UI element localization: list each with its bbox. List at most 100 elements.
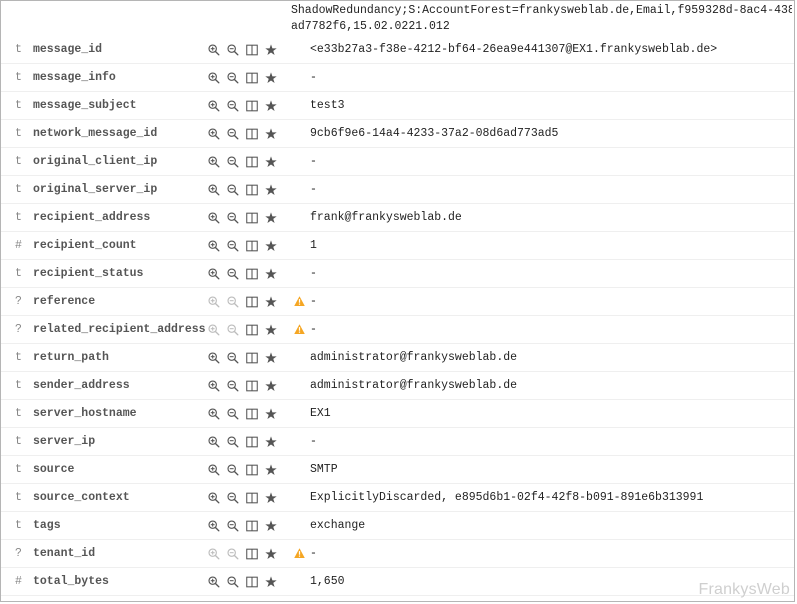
star-icon[interactable] [264,351,278,365]
zoom-out-icon[interactable] [226,463,240,477]
zoom-in-icon[interactable] [207,463,221,477]
zoom-out-icon[interactable] [226,99,240,113]
zoom-out-icon[interactable] [226,351,240,365]
field-name[interactable]: tags [33,519,207,532]
zoom-in-icon[interactable] [207,547,221,561]
star-icon[interactable] [264,407,278,421]
star-icon[interactable] [264,519,278,533]
toggle-column-icon[interactable] [245,99,259,113]
field-name[interactable]: server_hostname [33,407,207,420]
zoom-in-icon[interactable] [207,435,221,449]
toggle-column-icon[interactable] [245,239,259,253]
zoom-out-icon[interactable] [226,183,240,197]
zoom-in-icon[interactable] [207,155,221,169]
zoom-out-icon[interactable] [226,43,240,57]
zoom-in-icon[interactable] [207,71,221,85]
zoom-in-icon[interactable] [207,519,221,533]
field-name[interactable]: source_context [33,491,207,504]
toggle-column-icon[interactable] [245,491,259,505]
field-name[interactable]: return_path [33,351,207,364]
toggle-column-icon[interactable] [245,575,259,589]
field-name[interactable]: server_ip [33,435,207,448]
star-icon[interactable] [264,323,278,337]
toggle-column-icon[interactable] [245,351,259,365]
zoom-out-icon[interactable] [226,211,240,225]
zoom-in-icon[interactable] [207,575,221,589]
star-icon[interactable] [264,295,278,309]
star-icon[interactable] [264,379,278,393]
zoom-in-icon[interactable] [207,267,221,281]
toggle-column-icon[interactable] [245,463,259,477]
field-name[interactable]: original_client_ip [33,155,207,168]
zoom-in-icon[interactable] [207,407,221,421]
toggle-column-icon[interactable] [245,435,259,449]
star-icon[interactable] [264,463,278,477]
zoom-in-icon[interactable] [207,183,221,197]
star-icon[interactable] [264,547,278,561]
star-icon[interactable] [264,71,278,85]
zoom-in-icon[interactable] [207,43,221,57]
star-icon[interactable] [264,267,278,281]
toggle-column-icon[interactable] [245,407,259,421]
zoom-in-icon[interactable] [207,351,221,365]
toggle-column-icon[interactable] [245,155,259,169]
star-icon[interactable] [264,211,278,225]
field-name[interactable]: message_subject [33,99,207,112]
zoom-in-icon[interactable] [207,323,221,337]
toggle-column-icon[interactable] [245,211,259,225]
star-icon[interactable] [264,43,278,57]
field-name[interactable]: sender_address [33,379,207,392]
zoom-in-icon[interactable] [207,211,221,225]
star-icon[interactable] [264,183,278,197]
toggle-column-icon[interactable] [245,127,259,141]
zoom-in-icon[interactable] [207,295,221,309]
zoom-out-icon[interactable] [226,239,240,253]
zoom-in-icon[interactable] [207,491,221,505]
zoom-in-icon[interactable] [207,379,221,393]
field-name[interactable]: reference [33,295,207,308]
field-name[interactable]: network_message_id [33,127,207,140]
star-icon[interactable] [264,127,278,141]
star-icon[interactable] [264,99,278,113]
toggle-column-icon[interactable] [245,547,259,561]
zoom-out-icon[interactable] [226,267,240,281]
toggle-column-icon[interactable] [245,183,259,197]
zoom-in-icon[interactable] [207,99,221,113]
zoom-out-icon[interactable] [226,435,240,449]
zoom-out-icon[interactable] [226,547,240,561]
field-name[interactable]: message_id [33,43,207,56]
toggle-column-icon[interactable] [245,323,259,337]
zoom-out-icon[interactable] [226,71,240,85]
field-name[interactable]: tenant_id [33,547,207,560]
field-name[interactable]: total_bytes [33,575,207,588]
field-name[interactable]: recipient_count [33,239,207,252]
zoom-out-icon[interactable] [226,491,240,505]
toggle-column-icon[interactable] [245,71,259,85]
star-icon[interactable] [264,239,278,253]
toggle-column-icon[interactable] [245,519,259,533]
field-name[interactable]: recipient_address [33,211,207,224]
toggle-column-icon[interactable] [245,267,259,281]
zoom-out-icon[interactable] [226,295,240,309]
star-icon[interactable] [264,435,278,449]
zoom-out-icon[interactable] [226,379,240,393]
zoom-out-icon[interactable] [226,127,240,141]
star-icon[interactable] [264,155,278,169]
zoom-in-icon[interactable] [207,239,221,253]
star-icon[interactable] [264,575,278,589]
field-name[interactable]: message_info [33,71,207,84]
field-name[interactable]: related_recipient_address [33,323,207,336]
zoom-out-icon[interactable] [226,155,240,169]
star-icon[interactable] [264,491,278,505]
toggle-column-icon[interactable] [245,43,259,57]
zoom-out-icon[interactable] [226,575,240,589]
toggle-column-icon[interactable] [245,379,259,393]
field-name[interactable]: recipient_status [33,267,207,280]
toggle-column-icon[interactable] [245,295,259,309]
zoom-out-icon[interactable] [226,407,240,421]
zoom-out-icon[interactable] [226,323,240,337]
zoom-out-icon[interactable] [226,519,240,533]
zoom-in-icon[interactable] [207,127,221,141]
field-name[interactable]: source [33,463,207,476]
field-name[interactable]: original_server_ip [33,183,207,196]
